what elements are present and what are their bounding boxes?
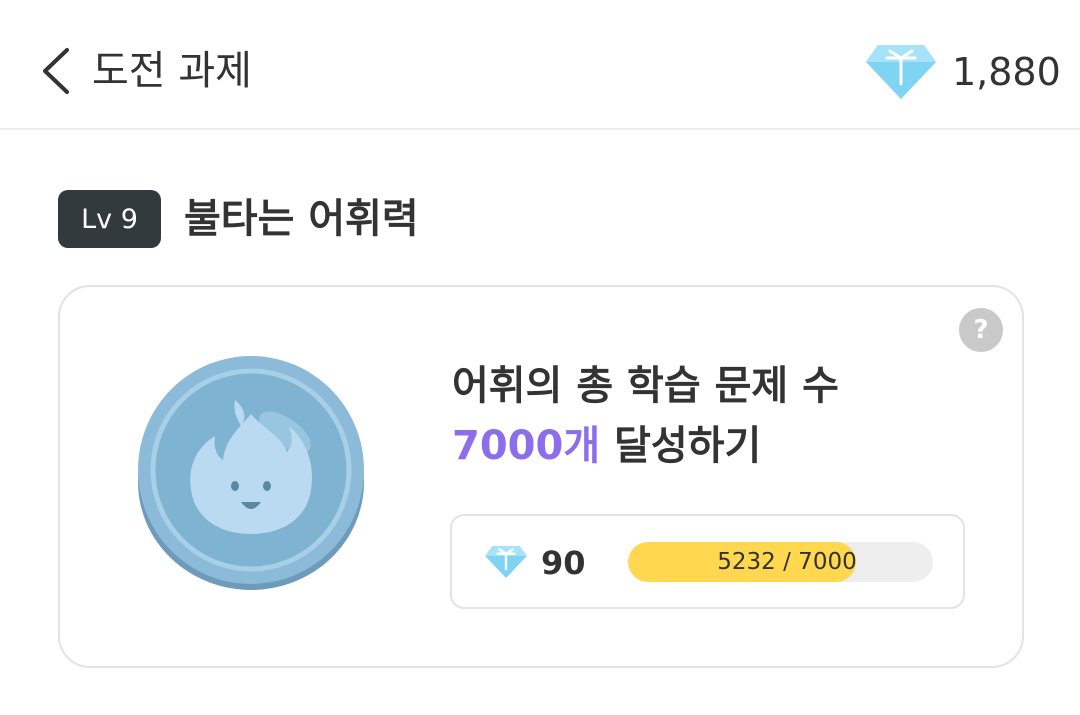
reward-gem-wrap [484,543,528,581]
description-line-2: 7000개 달성하기 [452,416,839,476]
gem-balance-icon-wrap [864,42,938,102]
page-title: 도전 과제 [92,48,252,94]
back-button[interactable] [28,38,84,104]
fire-medal-icon [135,352,373,597]
diamond-icon [866,45,936,99]
target-count: 7000개 [452,423,601,469]
challenge-description: 어휘의 총 학습 문제 수 7000개 달성하기 [452,356,839,476]
level-badge: Lv 9 [58,190,161,248]
diamond-icon [485,545,527,579]
reward-amount: 90 [541,544,586,582]
chevron-left-icon [43,48,69,94]
progress-bar: 5232 / 7000 [628,542,933,582]
top-bar: 도전 과제 1,880 [0,0,1080,130]
medal-graphic [138,356,364,590]
progress-text: 5232 / 7000 [717,549,857,575]
description-suffix: 달성하기 [600,423,762,469]
help-button[interactable]: ? [959,308,1003,352]
challenge-title: 불타는 어휘력 [184,196,419,242]
gem-balance: 1,880 [952,50,1061,94]
description-line-1: 어휘의 총 학습 문제 수 [452,363,839,409]
